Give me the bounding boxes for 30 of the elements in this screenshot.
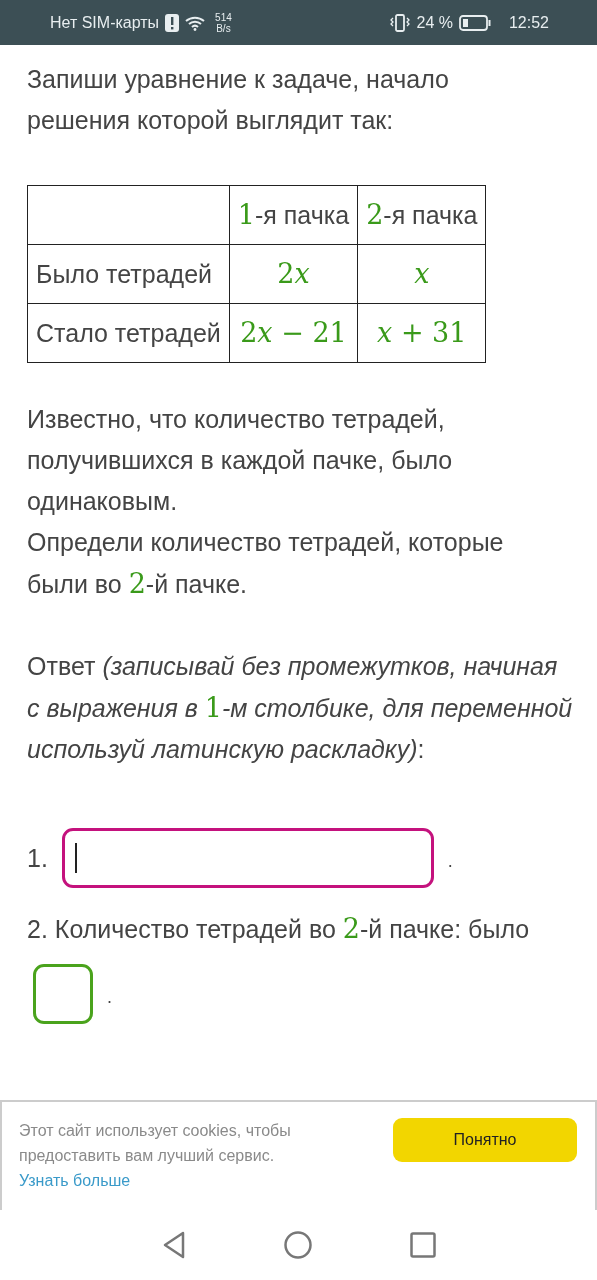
answer-field[interactable] xyxy=(33,964,93,1024)
carrier-label: Нет SIM-карты xyxy=(50,13,160,32)
header-cell: 2-я пачка xyxy=(357,185,486,245)
recents-icon[interactable] xyxy=(409,1232,436,1258)
battery-percent: 24 % xyxy=(416,13,453,32)
answer-label: 1. xyxy=(27,842,48,874)
header-cell: 1-я пачка xyxy=(229,185,358,245)
task-text: Определи количество тетрадей, которые были во 2-й пачке. xyxy=(27,527,505,601)
task-instruction: Запиши уравнение к задаче, начало решения которой выглядит так: xyxy=(27,64,450,136)
battery-icon xyxy=(458,14,491,31)
accept-button[interactable]: Понятно xyxy=(393,1118,577,1162)
task-text: Известно, что количество тетрадей, получившихся в каждой пачке, было одинаковым. xyxy=(27,404,454,517)
table-cell: 2x xyxy=(229,244,358,304)
table-cell: x + 31 xyxy=(357,303,486,363)
table-cell: 2x − 21 xyxy=(229,303,358,363)
period-mark: . xyxy=(107,986,112,1009)
answer-field[interactable] xyxy=(61,828,434,888)
answer-hint: Ответ (записывай без промежутков, начиная с выражения в 1-м столбике, для переменной используй латинскую раскладку): xyxy=(27,651,573,765)
cookie-notice: Этот сайт использует cookies, чтобы предоставить вам лучший сервис. Узнать больше xyxy=(19,1121,292,1191)
network-speed: 514 B/s xyxy=(215,11,232,34)
back-icon[interactable] xyxy=(161,1231,186,1259)
alert-icon xyxy=(165,13,180,32)
table-cell: Было тетрадей xyxy=(27,244,230,304)
table-cell: x xyxy=(357,244,486,304)
answer-label: 2. Количество тетрадей во 2-й пачке: было xyxy=(27,912,530,946)
clock: 12:52 xyxy=(508,13,549,32)
period-mark: . xyxy=(447,850,453,873)
table-cell: Стало тетрадей xyxy=(27,303,230,363)
vibrate-icon xyxy=(390,13,411,32)
home-icon[interactable] xyxy=(283,1231,312,1259)
